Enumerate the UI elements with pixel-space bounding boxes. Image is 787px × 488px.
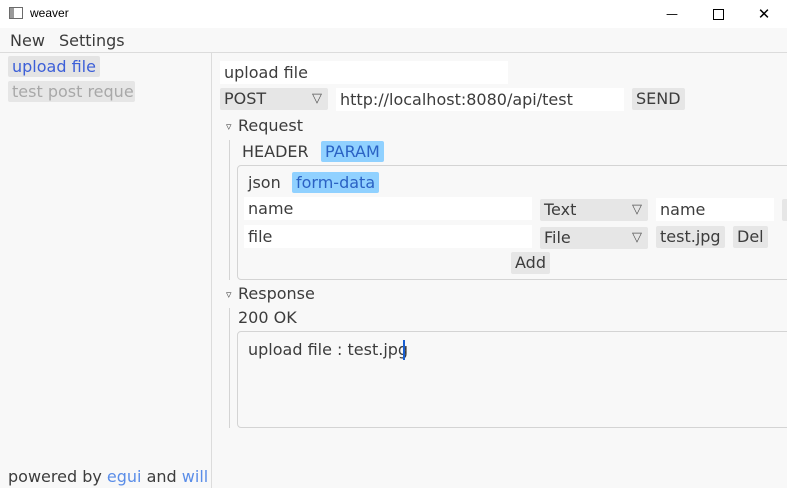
param-key-input[interactable]: file (244, 225, 532, 248)
chevron-down-icon: ▽ (632, 202, 642, 217)
file-chooser-button[interactable]: test.jpg (656, 226, 725, 248)
minimize-icon: — (666, 7, 678, 21)
body-type-json[interactable]: json (248, 172, 281, 193)
method-value: POST (224, 89, 267, 108)
egui-link[interactable]: egui (107, 467, 142, 486)
add-param-button[interactable]: Add (511, 252, 550, 274)
param-delete-button-partial[interactable] (782, 199, 787, 221)
minimize-button[interactable]: — (649, 0, 695, 28)
sidebar-item-upload-file[interactable]: upload file (8, 56, 100, 77)
chevron-down-icon: ▽ (312, 91, 322, 106)
response-section-indent-line (229, 308, 230, 428)
sidebar (0, 53, 212, 488)
response-section-header[interactable]: Response (238, 284, 315, 303)
url-input[interactable]: http://localhost:8080/api/test (336, 88, 624, 111)
body-type-form-data[interactable]: form-data (292, 172, 380, 193)
menu-settings[interactable]: Settings (59, 31, 125, 50)
request-name-input[interactable]: upload file (220, 61, 508, 84)
menu-new[interactable]: New (10, 31, 45, 50)
will-link[interactable]: will (182, 467, 208, 486)
request-section-indent-line (229, 140, 230, 280)
app-window-icon (9, 7, 23, 19)
delete-param-button[interactable]: Del (733, 226, 768, 248)
method-select[interactable]: POST ▽ (220, 88, 328, 110)
request-section-header[interactable]: Request (238, 116, 303, 135)
maximize-button[interactable] (695, 0, 741, 28)
close-icon: ✕ (757, 5, 771, 23)
tab-header[interactable]: HEADER (242, 141, 309, 162)
response-body-value: upload file : test.jpg (248, 340, 409, 359)
param-type-select[interactable]: Text ▽ (540, 199, 648, 221)
footer-joiner: and (146, 467, 177, 486)
param-key-input[interactable]: name (244, 197, 532, 220)
window-title: weaver (30, 6, 69, 20)
text-cursor (403, 340, 405, 360)
collapse-triangle-icon[interactable]: ▿ (226, 288, 232, 301)
param-type-value: Text (544, 200, 577, 219)
response-status: 200 OK (238, 308, 297, 327)
collapse-triangle-icon[interactable]: ▿ (226, 120, 232, 133)
maximize-icon (712, 8, 724, 20)
response-body-text[interactable]: upload file : test.jpg (248, 340, 408, 359)
param-type-value: File (544, 228, 571, 247)
footer-credits: powered by egui and will (8, 467, 208, 486)
tab-param[interactable]: PARAM (321, 141, 384, 162)
param-type-select[interactable]: File ▽ (540, 227, 648, 249)
sidebar-item-test-post-request[interactable]: test post reque (8, 81, 135, 102)
chevron-down-icon: ▽ (632, 230, 642, 245)
param-value-input[interactable]: name (656, 198, 774, 221)
send-button[interactable]: SEND (632, 88, 685, 110)
footer-prefix: powered by (8, 467, 102, 486)
close-window-button[interactable]: ✕ (741, 0, 787, 28)
